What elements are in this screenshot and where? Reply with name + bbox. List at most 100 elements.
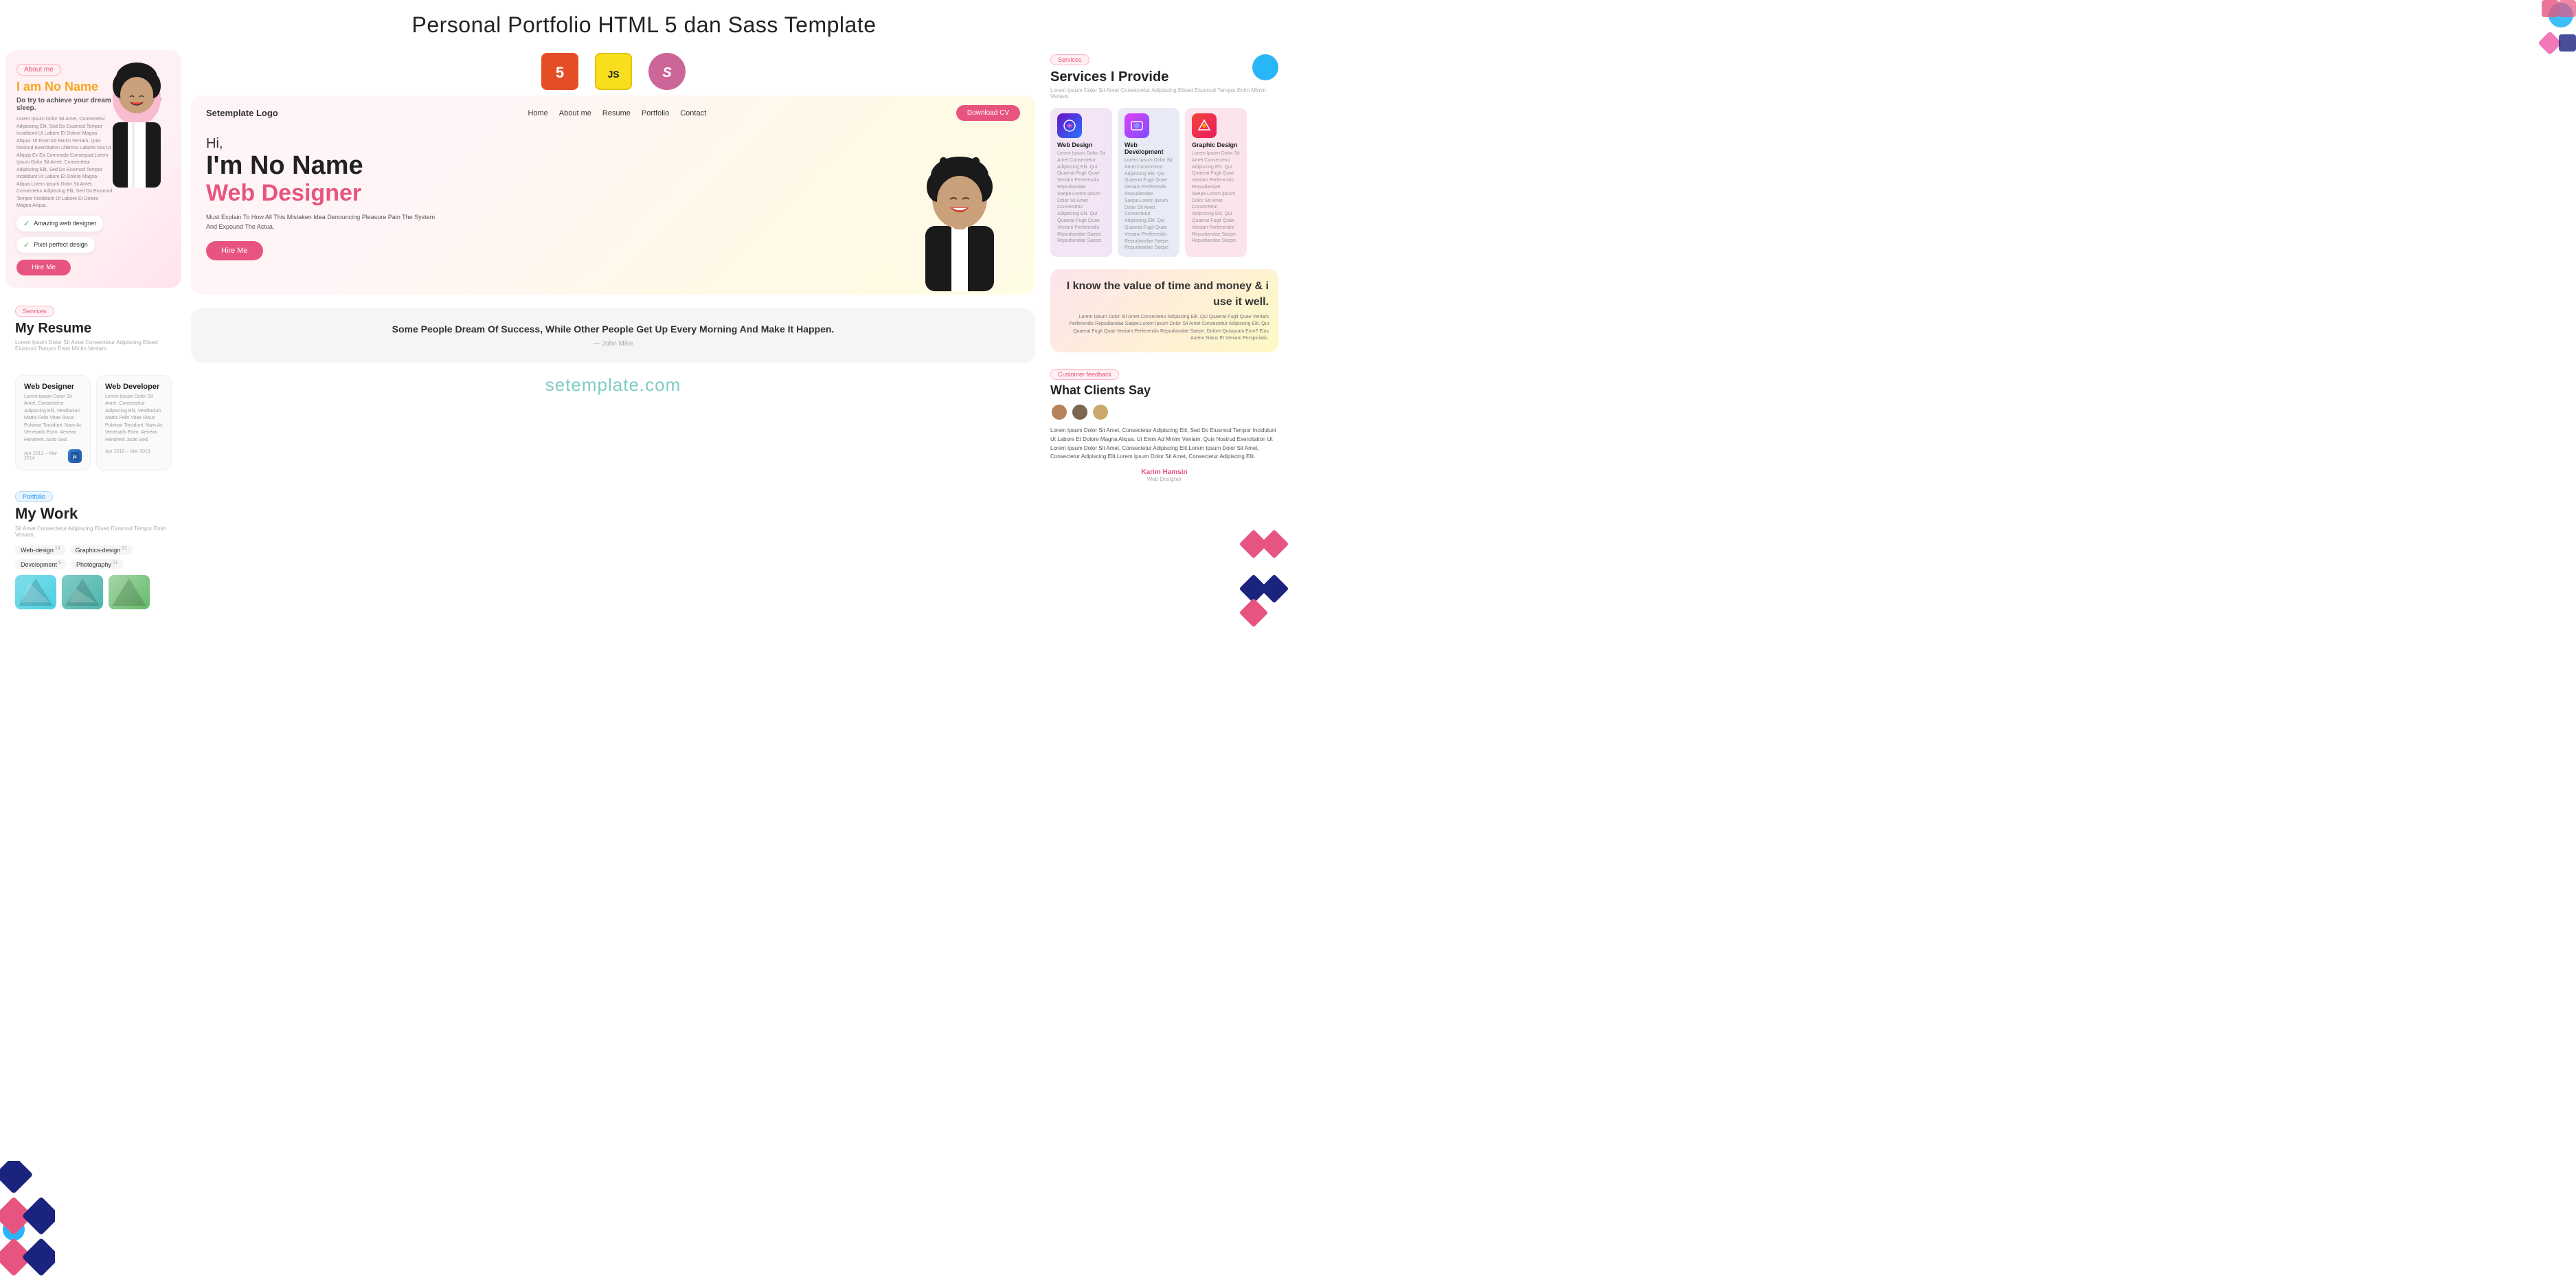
service-card-graphic: Graphic Design Lorem Ipsum Dolor Sit Ame… xyxy=(1185,108,1247,257)
left-bottom-deco xyxy=(0,616,185,637)
nav-home[interactable]: Home xyxy=(528,109,547,117)
resume-card-2: Web Developer Lorem Ipsum Dolor Sit Amet… xyxy=(96,375,172,471)
success-quote-author: — John Mike xyxy=(212,340,1015,348)
nav-about[interactable]: About me xyxy=(559,109,591,117)
html5-icon: 5 xyxy=(541,53,578,90)
avatar-3 xyxy=(1092,403,1109,421)
hire-me-btn[interactable]: Hire Me xyxy=(206,241,263,260)
middle-column: 5 JS S Setemplate Logo Home About me Res… xyxy=(185,45,1041,637)
js-icon: JS xyxy=(595,53,632,90)
nav-contact[interactable]: Contact xyxy=(680,109,706,117)
right-bottom-deco xyxy=(1240,530,1288,630)
tab-web-design[interactable]: Web-design14 xyxy=(15,545,66,555)
portfolio-thumb-2 xyxy=(62,575,103,609)
hero-content: Hi, I'm No Name Web Designer Must Explai… xyxy=(191,126,884,295)
svg-text:JS: JS xyxy=(607,69,619,80)
hero-name-main: I'm No Name xyxy=(206,152,869,181)
success-quote: Some People Dream Of Success, While Othe… xyxy=(191,308,1035,363)
portfolio-thumb-1 xyxy=(15,575,56,609)
hero-title: Web Designer xyxy=(206,181,869,206)
navbar: Setemplate Logo Home About me Resume Por… xyxy=(191,95,1035,126)
portfolio-subtitle: Sit Amet Consectetur Adipiscing Eiised E… xyxy=(15,526,172,538)
services-right-badge: Services xyxy=(1050,54,1089,65)
blue-circle-deco xyxy=(1252,54,1278,80)
resume-card-2-date: Apr 2018 – Mar 2019 xyxy=(105,449,163,454)
hero-card: About me I am No Name Do try to achieve … xyxy=(5,50,181,288)
services-right-title: Services I Provide xyxy=(1050,69,1278,85)
navbar-logo: Setemplate Logo xyxy=(206,108,278,118)
tab-graphics-design[interactable]: Graphics-design21 xyxy=(70,545,133,555)
testimonial-author: Karim Hamsin xyxy=(1050,468,1278,476)
top-right-deco xyxy=(2500,0,2576,79)
testimonial-title: What Clients Say xyxy=(1050,383,1278,398)
testimonial-badge: Customer feedback xyxy=(1050,369,1119,380)
sc-desc-2: Lorem Ipsum Dolor Sit Amet Consectetur A… xyxy=(1125,157,1173,251)
hero-subtitle: Must Explain To How All This Mistaken Id… xyxy=(206,213,440,231)
services-left-badge: Services xyxy=(15,306,54,317)
portfolio-tabs: Web-design14 Graphics-design21 Developme… xyxy=(15,545,172,569)
qvs-desc: Lorem Ipsum Dolor Sit Amet Consectetur A… xyxy=(1060,314,1269,343)
success-quote-text: Some People Dream Of Success, While Othe… xyxy=(212,324,1015,335)
tech-icons-row: 5 JS S xyxy=(191,45,1035,95)
testimonial-role: Web Designer xyxy=(1050,476,1278,482)
service-card-web-dev: Web Development Lorem Ipsum Dolor Sit Am… xyxy=(1118,108,1179,257)
svg-text:js: js xyxy=(72,455,77,460)
check-icon-2: ✓ xyxy=(23,240,30,249)
feature-badge-1: ✓ Amazing web designer xyxy=(16,216,103,231)
resume-card-2-title: Web Developer xyxy=(105,383,163,391)
page-title: Personal Portfolio HTML 5 dan Sass Templ… xyxy=(0,0,1288,45)
download-cv-btn[interactable]: Download CV xyxy=(956,105,1020,121)
left-column: About me I am No Name Do try to achieve … xyxy=(0,45,185,637)
resume-section: Web Designer Lorem Ipsum Dolor Sit Amet,… xyxy=(5,368,181,478)
avatar-1 xyxy=(1050,403,1068,421)
services-right-subtitle: Lorem Ipsum Dolor Sit Amet Consectetur A… xyxy=(1050,87,1278,100)
testimonial-avatars xyxy=(1050,403,1278,421)
tab-development[interactable]: Development8 xyxy=(15,559,67,569)
portfolio-badge: Portfolio xyxy=(15,491,53,502)
resume-icon-1: js xyxy=(71,452,79,460)
web-dev-icon xyxy=(1125,113,1149,138)
feature-badge-2: ✓ Pixel perfect design xyxy=(16,237,95,253)
resume-card-1-title: Web Designer xyxy=(24,383,82,391)
nav-links: Home About me Resume Portfolio Contact xyxy=(528,109,706,117)
services-left-title: My Resume xyxy=(15,321,172,337)
sc-desc-3: Lorem Ipsum Dolor Sit Amet Consectetur A… xyxy=(1192,150,1240,245)
right-column: Services Services I Provide Lorem Ipsum … xyxy=(1041,45,1288,637)
sc-title-2: Web Development xyxy=(1125,142,1173,155)
hero-banner: Setemplate Logo Home About me Resume Por… xyxy=(191,95,1035,295)
portfolio-thumbs xyxy=(15,575,172,609)
nav-portfolio[interactable]: Portfolio xyxy=(642,109,669,117)
resume-card-1: Web Designer Lorem Ipsum Dolor Sit Amet,… xyxy=(15,375,91,471)
avatar-2 xyxy=(1071,403,1089,421)
hero-hi: Hi, xyxy=(206,136,869,152)
resume-card-2-desc: Lorem Ipsum Dolor Sit Amet, Consectetur … xyxy=(105,394,163,444)
nav-resume[interactable]: Resume xyxy=(602,109,631,117)
about-badge: About me xyxy=(16,64,61,76)
sc-title-3: Graphic Design xyxy=(1192,142,1240,148)
testimonial-section: Customer feedback What Clients Say Lorem… xyxy=(1041,361,1288,489)
portfolio-section: Portfolio My Work Sit Amet Consectetur A… xyxy=(5,483,181,616)
site-url: setemplate.com xyxy=(545,374,681,395)
quote-value-section: I know the value of time and money & i u… xyxy=(1050,269,1278,352)
sc-desc-1: Lorem Ipsum Dolor Sit Amet Consectetur A… xyxy=(1057,150,1105,245)
portfolio-title: My Work xyxy=(15,505,172,523)
qvs-text: I know the value of time and money & i u… xyxy=(1060,279,1269,310)
svg-text:5: 5 xyxy=(555,64,563,81)
web-design-icon xyxy=(1057,113,1082,138)
services-left: Services My Resume Lorem Ipsum Dolor Sit… xyxy=(5,296,181,368)
hire-btn-left[interactable]: Hire Me xyxy=(16,260,71,275)
tab-photography[interactable]: Photography11 xyxy=(71,559,123,569)
resume-cards: Web Designer Lorem Ipsum Dolor Sit Amet,… xyxy=(15,375,172,471)
site-footer: setemplate.com xyxy=(191,363,1035,400)
testimonial-text: Lorem Ipsum Dolor Sit Amet, Consectetur … xyxy=(1050,427,1278,462)
banner-person-svg xyxy=(884,126,1035,291)
graphic-design-icon xyxy=(1192,113,1217,138)
svg-text:S: S xyxy=(662,65,672,80)
resume-card-1-date: Apr 2013 – Mar 2014 xyxy=(24,451,68,461)
service-card-web-design: Web Design Lorem Ipsum Dolor Sit Amet Co… xyxy=(1050,108,1112,257)
resume-card-1-desc: Lorem Ipsum Dolor Sit Amet, Consectetur … xyxy=(24,394,82,444)
check-icon-1: ✓ xyxy=(23,219,30,228)
bottom-left-deco xyxy=(0,1161,55,1288)
portfolio-thumb-3 xyxy=(109,575,150,609)
service-cards: Web Design Lorem Ipsum Dolor Sit Amet Co… xyxy=(1050,108,1278,257)
